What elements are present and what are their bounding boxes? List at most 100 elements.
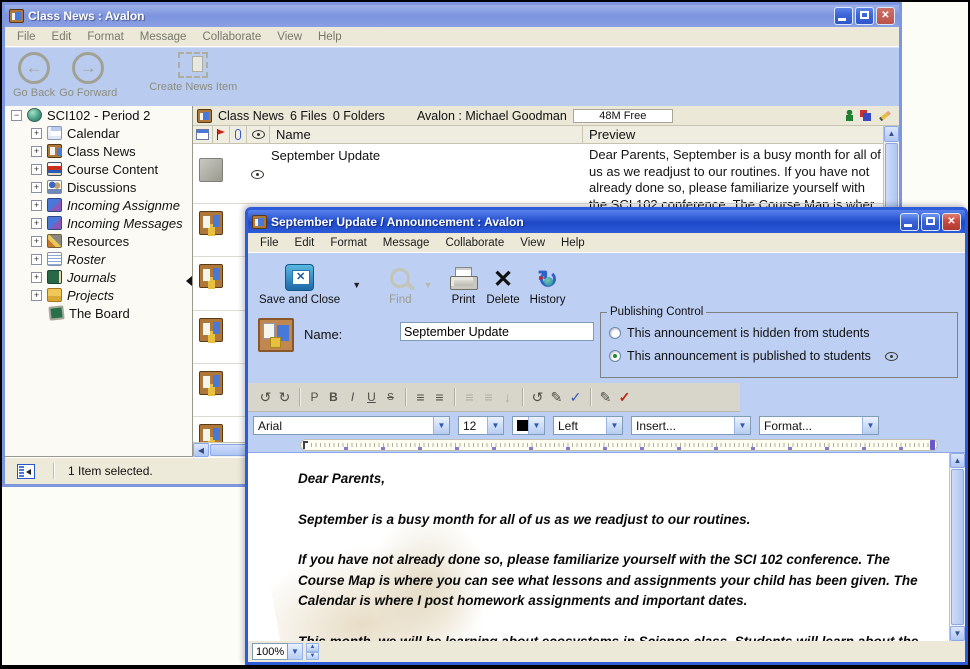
minimize-icon[interactable] <box>900 213 919 231</box>
right-margin-marker[interactable] <box>930 440 935 450</box>
edit-permissions-icon[interactable] <box>879 110 891 121</box>
tree-item-resources[interactable]: + Resources <box>5 232 192 250</box>
create-news-item-button[interactable]: Create News Item <box>149 52 237 93</box>
zoom-control[interactable]: 100% ▼ <box>252 643 303 660</box>
news-item-icon[interactable] <box>199 211 223 235</box>
save-and-close-button[interactable]: Save and Close <box>254 253 345 309</box>
view-mode-icon[interactable] <box>860 110 872 121</box>
news-item-icon[interactable] <box>199 371 223 395</box>
chevron-down-icon[interactable]: ▼ <box>487 417 503 434</box>
spin-up-icon[interactable]: ▲ <box>306 643 319 652</box>
minimize-icon[interactable] <box>834 7 853 25</box>
move-down-icon[interactable]: ↓ <box>498 389 517 405</box>
flag-column[interactable] <box>213 126 230 143</box>
expand-icon[interactable]: + <box>31 254 42 265</box>
zoom-dropdown-icon[interactable]: ▼ <box>288 643 303 660</box>
radio-checked-icon[interactable] <box>609 350 621 362</box>
stamp-icon[interactable]: ✎ <box>596 389 615 406</box>
preview-column-header[interactable]: Preview <box>583 126 883 143</box>
expand-icon[interactable]: + <box>31 128 42 139</box>
radio-hidden-option[interactable]: This announcement is hidden from student… <box>609 326 870 340</box>
spin-down-icon[interactable]: ▼ <box>306 652 319 661</box>
tree-item-journals[interactable]: + Journals <box>5 268 192 286</box>
news-item-icon[interactable] <box>199 424 223 442</box>
menu-message[interactable]: Message <box>375 237 438 249</box>
left-margin-marker[interactable] <box>303 441 308 449</box>
expand-icon[interactable]: + <box>31 200 42 211</box>
bold-icon[interactable]: B <box>324 390 343 404</box>
alignment-select[interactable]: Left ▼ <box>553 416 623 435</box>
find-dropdown-icon[interactable]: ▼ <box>417 280 440 290</box>
news-item-name[interactable]: September Update <box>271 148 380 163</box>
tree-item-incoming-assignments[interactable]: + Incoming Assignme <box>5 196 192 214</box>
expand-icon[interactable]: + <box>31 164 42 175</box>
tree-item-the-board[interactable]: The Board <box>5 304 192 322</box>
tree-item-class-news[interactable]: + Class News <box>5 142 192 160</box>
body-vertical-scrollbar[interactable]: ▲ ▼ <box>949 453 965 641</box>
menu-file[interactable]: File <box>9 31 44 43</box>
menu-edit[interactable]: Edit <box>44 31 80 43</box>
menu-collaborate[interactable]: Collaborate <box>437 237 512 249</box>
tree-item-course-content[interactable]: + Course Content <box>5 160 192 178</box>
scroll-down-icon[interactable]: ▼ <box>950 626 965 641</box>
format-select[interactable]: Format... ▼ <box>759 416 879 435</box>
chevron-down-icon[interactable]: ▼ <box>734 417 750 434</box>
sort-icon[interactable]: ≡ <box>479 389 498 405</box>
menu-collaborate[interactable]: Collaborate <box>194 31 269 43</box>
maximize-icon[interactable] <box>921 213 940 231</box>
tree-root-sci102[interactable]: − SCI102 - Period 2 <box>5 106 192 124</box>
history-button[interactable]: ↻ History <box>525 253 571 309</box>
collapse-icon[interactable]: − <box>11 110 22 121</box>
approve-icon[interactable]: ✓ <box>566 389 585 406</box>
menu-message[interactable]: Message <box>132 31 195 43</box>
published-column[interactable] <box>247 126 270 143</box>
chevron-down-icon[interactable]: ▼ <box>528 417 544 434</box>
spellcheck-icon[interactable]: ✓ <box>615 389 634 406</box>
front-titlebar[interactable]: September Update / Announcement : Avalon… <box>248 210 965 233</box>
tree-item-projects[interactable]: + Projects <box>5 286 192 304</box>
expand-icon[interactable]: + <box>31 146 42 157</box>
news-item-icon-selected[interactable] <box>199 158 223 182</box>
go-back-button[interactable]: ← Go Back <box>13 52 55 99</box>
expand-icon[interactable]: + <box>31 290 42 301</box>
expand-icon[interactable]: + <box>31 272 42 283</box>
menu-view[interactable]: View <box>269 31 310 43</box>
chevron-down-icon[interactable]: ▼ <box>433 417 449 434</box>
back-titlebar[interactable]: Class News : Avalon ✕ <box>5 5 899 27</box>
delete-button[interactable]: ✕ Delete <box>481 253 524 309</box>
underline-icon[interactable]: U <box>362 390 381 404</box>
font-size-select[interactable]: 12 ▼ <box>458 416 504 435</box>
news-item-icon[interactable] <box>199 318 223 342</box>
name-input[interactable] <box>400 322 594 341</box>
news-item-icon[interactable] <box>199 264 223 288</box>
redo-icon[interactable]: ↻ <box>275 389 294 406</box>
who-is-online-icon[interactable] <box>846 110 853 121</box>
undo-icon[interactable]: ↺ <box>256 389 275 406</box>
font-family-select[interactable]: Arial ▼ <box>253 416 450 435</box>
scroll-up-icon[interactable]: ▲ <box>950 453 965 468</box>
announcement-body-editor[interactable]: Dear Parents, September is a busy month … <box>248 453 949 641</box>
menu-help[interactable]: Help <box>553 237 593 249</box>
splitter-collapse-icon[interactable] <box>186 276 192 286</box>
signature-icon[interactable]: ✎ <box>547 389 566 406</box>
radio-unchecked-icon[interactable] <box>609 327 621 339</box>
chevron-down-icon[interactable]: ▼ <box>862 417 878 434</box>
expand-icon[interactable]: + <box>31 218 42 229</box>
maximize-icon[interactable] <box>855 7 874 25</box>
expand-icon[interactable]: + <box>31 182 42 193</box>
chevron-down-icon[interactable]: ▼ <box>606 417 622 434</box>
go-forward-button[interactable]: → Go Forward <box>59 52 117 99</box>
menu-file[interactable]: File <box>252 237 287 249</box>
save-dropdown-icon[interactable]: ▼ <box>345 280 368 290</box>
zoom-spinner[interactable]: ▲ ▼ <box>306 643 319 660</box>
plain-style-icon[interactable]: P <box>305 390 324 404</box>
outdent-icon[interactable]: ≡ <box>430 389 449 405</box>
revert-icon[interactable]: ↺ <box>528 389 547 406</box>
font-color-select[interactable]: ▼ <box>512 416 545 435</box>
tree-item-roster[interactable]: + Roster <box>5 250 192 268</box>
tree-item-calendar[interactable]: + Calendar <box>5 124 192 142</box>
close-icon[interactable]: ✕ <box>876 7 895 25</box>
item-type-column[interactable] <box>193 126 213 143</box>
expand-icon[interactable]: + <box>31 236 42 247</box>
menu-edit[interactable]: Edit <box>287 237 323 249</box>
